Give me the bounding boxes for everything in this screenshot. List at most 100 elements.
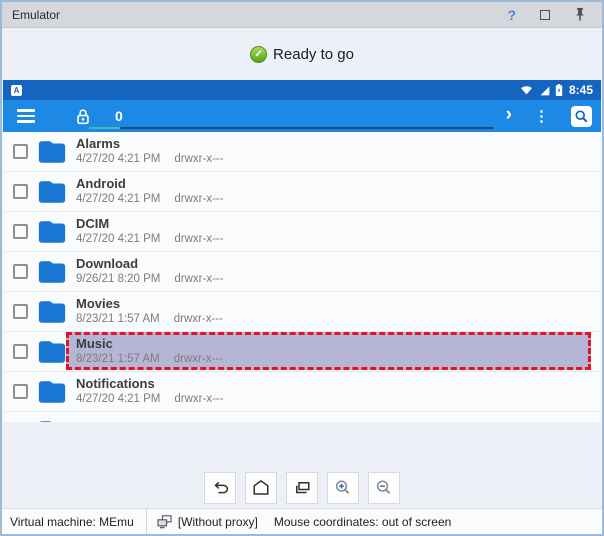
app-toolbar: 0 › ⋮ — [3, 100, 601, 132]
window-title: Emulator — [12, 8, 60, 22]
file-row-download[interactable]: Download 9/26/21 8:20 PM drwxr-x--- — [3, 252, 601, 292]
file-permissions: drwxr-x--- — [174, 233, 223, 246]
row-checkbox[interactable] — [13, 184, 28, 199]
search-icon — [573, 108, 590, 125]
file-date: 4/27/20 4:21 PM — [76, 153, 160, 166]
android-status-bar: A 8:45 — [3, 80, 601, 100]
folder-icon — [37, 219, 67, 244]
progress-segment — [89, 127, 120, 130]
row-checkbox[interactable] — [13, 144, 28, 159]
chevron-right-icon[interactable]: › — [506, 105, 512, 124]
folder-icon — [37, 379, 67, 404]
file-meta: 4/27/20 4:21 PM drwxr-x--- — [76, 233, 224, 246]
zoom-in-button[interactable] — [327, 472, 359, 504]
file-info: Alarms 4/27/20 4:21 PM drwxr-x--- — [76, 137, 224, 166]
file-meta: 4/27/20 4:21 PM drwxr-x--- — [76, 153, 224, 166]
file-date: 9/26/21 8:20 PM — [76, 273, 160, 286]
pin-icon[interactable] — [574, 7, 586, 22]
recent-apps-icon — [290, 476, 314, 500]
back-button[interactable] — [204, 472, 236, 504]
folder-icon — [37, 419, 67, 422]
row-checkbox[interactable] — [13, 384, 28, 399]
file-permissions: drwxr-x--- — [174, 353, 223, 366]
file-meta: 4/27/20 4:21 PM drwxr-x--- — [76, 393, 224, 406]
file-row-movies[interactable]: Movies 8/23/21 1:57 AM drwxr-x--- — [3, 292, 601, 332]
footer-status-bar: Virtual machine: MEmu [Without proxy] Mo… — [2, 508, 602, 534]
ready-check-icon: ✓ — [250, 46, 267, 63]
file-permissions: drwxr-x--- — [174, 393, 223, 406]
file-row-notifications[interactable]: Notifications 4/27/20 4:21 PM drwxr-x--- — [3, 372, 601, 412]
title-bar: Emulator ? — [2, 2, 602, 28]
file-info: Notifications 4/27/20 4:21 PM drwxr-x--- — [76, 377, 224, 406]
file-name: Alarms — [76, 137, 224, 151]
file-info: Download 9/26/21 8:20 PM drwxr-x--- — [76, 257, 224, 286]
zoom-in-icon — [331, 476, 355, 500]
file-date: 4/27/20 4:21 PM — [76, 193, 160, 206]
file-row-partial[interactable] — [3, 412, 601, 422]
file-row-dcim[interactable]: DCIM 4/27/20 4:21 PM drwxr-x--- — [3, 212, 601, 252]
file-permissions: drwxr-x--- — [174, 273, 223, 286]
file-row-android[interactable]: Android 4/27/20 4:21 PM drwxr-x--- — [3, 172, 601, 212]
selection-count: 0 — [115, 108, 123, 124]
file-info: DCIM 4/27/20 4:21 PM drwxr-x--- — [76, 217, 224, 246]
folder-icon — [37, 179, 67, 204]
clock: 8:45 — [569, 83, 593, 97]
wifi-icon — [519, 83, 534, 97]
folder-icon — [37, 339, 67, 364]
row-checkbox[interactable] — [13, 224, 28, 239]
help-icon[interactable]: ? — [507, 8, 516, 22]
file-name: Music — [76, 337, 223, 351]
row-checkbox[interactable] — [13, 344, 28, 359]
file-list: Alarms 4/27/20 4:21 PM drwxr-x--- Androi… — [3, 132, 601, 422]
file-meta: 4/27/20 4:21 PM drwxr-x--- — [76, 193, 224, 206]
home-icon — [249, 476, 273, 500]
emulator-window: Emulator ? ✓ Ready to go A — [0, 0, 604, 536]
folder-icon — [37, 259, 67, 284]
file-name: Download — [76, 257, 224, 271]
file-row-music-selected[interactable]: Music 8/23/21 1:57 AM drwxr-x--- — [3, 332, 601, 372]
notification-app-badge: A — [11, 85, 22, 96]
status-icons: 8:45 — [519, 83, 593, 97]
mouse-coordinates-label: Mouse coordinates: out of screen — [274, 515, 451, 529]
file-info: Music 8/23/21 1:57 AM drwxr-x--- — [76, 337, 223, 366]
lock-icon[interactable] — [75, 107, 91, 126]
file-name: Notifications — [76, 377, 224, 391]
menu-icon[interactable] — [17, 109, 35, 122]
file-info: Movies 8/23/21 1:57 AM drwxr-x--- — [76, 297, 223, 326]
ready-strip: ✓ Ready to go — [2, 29, 602, 80]
file-permissions: drwxr-x--- — [174, 153, 223, 166]
recent-apps-button[interactable] — [286, 472, 318, 504]
home-button[interactable] — [245, 472, 277, 504]
file-date: 8/23/21 1:57 AM — [76, 313, 160, 326]
file-meta: 8/23/21 1:57 AM drwxr-x--- — [76, 353, 223, 366]
file-meta: 8/23/21 1:57 AM drwxr-x--- — [76, 313, 223, 326]
network-computers-icon — [157, 515, 173, 529]
file-name: DCIM — [76, 217, 224, 231]
file-name: Movies — [76, 297, 223, 311]
file-date: 4/27/20 4:21 PM — [76, 393, 160, 406]
titlebar-buttons: ? — [507, 7, 592, 22]
toolbar-actions: › ⋮ — [506, 106, 601, 127]
progress-track — [120, 127, 493, 130]
android-screen: A 8:45 — [3, 80, 601, 422]
search-button[interactable] — [571, 106, 592, 127]
footer-divider — [146, 509, 147, 534]
file-permissions: drwxr-x--- — [174, 313, 223, 326]
folder-icon — [37, 299, 67, 324]
overflow-menu-icon[interactable]: ⋮ — [534, 109, 549, 124]
maximize-icon[interactable] — [540, 10, 550, 20]
file-row-alarms[interactable]: Alarms 4/27/20 4:21 PM drwxr-x--- — [3, 132, 601, 172]
emulator-nav-toolbar — [2, 471, 602, 505]
row-checkbox[interactable] — [13, 304, 28, 319]
file-permissions: drwxr-x--- — [174, 193, 223, 206]
row-checkbox[interactable] — [13, 264, 28, 279]
file-info: Android 4/27/20 4:21 PM drwxr-x--- — [76, 177, 224, 206]
battery-icon — [555, 83, 563, 97]
file-date: 4/27/20 4:21 PM — [76, 233, 160, 246]
zoom-out-icon — [372, 476, 396, 500]
proxy-label: [Without proxy] — [178, 515, 258, 529]
file-date: 8/23/21 1:57 AM — [76, 353, 160, 366]
back-icon — [208, 476, 232, 500]
file-meta: 9/26/21 8:20 PM drwxr-x--- — [76, 273, 224, 286]
zoom-out-button[interactable] — [368, 472, 400, 504]
